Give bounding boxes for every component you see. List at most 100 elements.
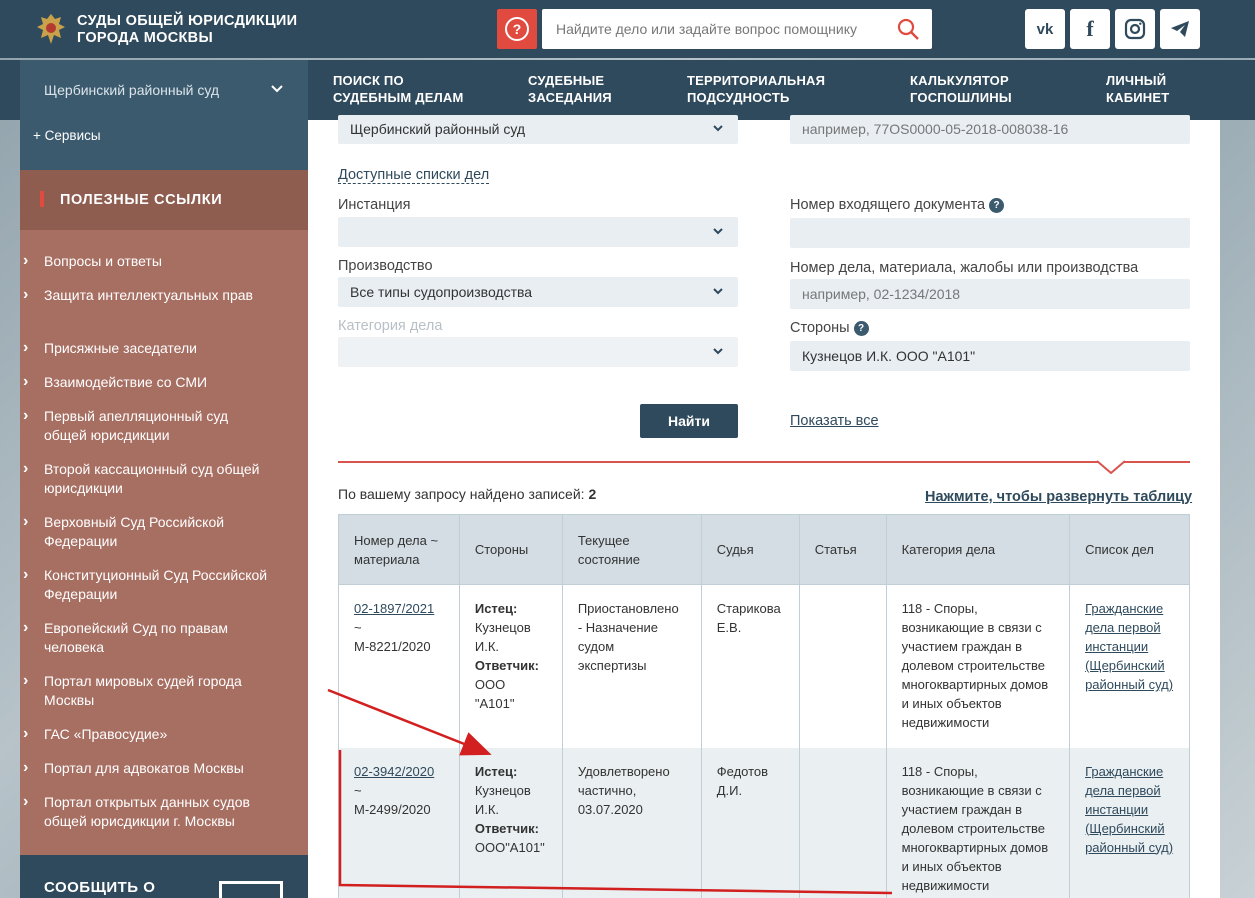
case-number-cell: 02-3942/2020 ~ М-2499/2020 — [338, 747, 460, 898]
parties-label-text: Стороны — [790, 320, 850, 336]
case-number-link[interactable]: 02-1897/2021 — [354, 601, 434, 616]
vk-icon: vk — [1036, 20, 1054, 38]
incoming-doc-input[interactable] — [790, 218, 1190, 248]
header-accent-bar — [40, 191, 44, 207]
category-label: Категория дела — [338, 318, 443, 334]
sidebar-services[interactable]: + Сервисы — [20, 120, 308, 170]
category-cell: 118 - Споры, возникающие в связи с участ… — [885, 747, 1071, 898]
court-field[interactable]: Щербинский районный суд — [338, 115, 738, 144]
expand-table-link[interactable]: Нажмите, чтобы развернуть таблицу — [925, 489, 1192, 505]
services-link[interactable]: + Сервисы — [33, 128, 101, 143]
nav-hearings[interactable]: СУДЕБНЫЕ ЗАСЕДАНИЯ — [528, 72, 612, 106]
nav-personal-account[interactable]: ЛИЧНЫЙ КАБИНЕТ — [1106, 72, 1169, 106]
coat-of-arms-icon[interactable] — [34, 11, 68, 47]
plaintiff-name: Кузнецов И.К. — [474, 782, 531, 817]
nav-line: ГОСПОШЛИНЫ — [910, 90, 1012, 105]
case-list-cell: Гражданские дела первой инстанции (Щерби… — [1069, 747, 1190, 898]
parties-value: Кузнецов И.К. ООО "А101" — [802, 348, 976, 364]
help-button[interactable]: ? — [497, 9, 537, 49]
sidebar-link[interactable]: Присяжные заседатели — [23, 338, 274, 358]
results-table: Номер дела ~ материала Стороны Текущее с… — [338, 514, 1190, 898]
article-cell — [798, 747, 887, 898]
sidebar-link[interactable]: Портал открытых данных судов общей юрисд… — [23, 792, 274, 831]
sidebar-link[interactable]: Защита интеллектуальных прав — [23, 285, 274, 305]
show-all-link[interactable]: Показать все — [790, 413, 879, 429]
case-tilde: ~ — [354, 782, 362, 798]
search-input[interactable] — [556, 9, 886, 49]
category-select[interactable] — [338, 337, 738, 367]
production-select[interactable]: Все типы судопроизводства — [338, 277, 738, 307]
logo-line-1: СУДЫ ОБЩЕЙ ЮРИСДИКЦИИ — [77, 13, 298, 29]
report-block[interactable]: СООБЩИТЬ О — [20, 855, 308, 898]
sidebar-link[interactable]: Взаимодействие со СМИ — [23, 372, 274, 392]
report-icon — [219, 881, 283, 898]
case-number-input[interactable]: например, 02-1234/2018 — [790, 279, 1190, 309]
nav-line: КАЛЬКУЛЯТОР — [910, 73, 1009, 88]
judge-cell: Федотов Д.И. — [700, 747, 800, 898]
sidebar-link[interactable]: ГАС «Правосудие» — [23, 724, 274, 744]
useful-links-title: ПОЛЕЗНЫЕ ССЫЛКИ — [60, 192, 223, 208]
col-category[interactable]: Категория дела — [885, 514, 1071, 585]
uid-field[interactable]: например, 77OS0000-05-2018-008038-16 — [790, 115, 1190, 144]
court-field-value: Щербинский районный суд — [350, 121, 526, 137]
parties-cell: Истец: Кузнецов И.К. Ответчик: ООО "А101" — [458, 584, 563, 748]
sidebar-link[interactable]: Вопросы и ответы — [23, 251, 274, 271]
sidebar-link[interactable]: Верховный Суд Российской Федерации — [23, 512, 274, 551]
facebook-button[interactable]: f — [1070, 9, 1110, 49]
report-title: СООБЩИТЬ О — [44, 879, 156, 896]
sidebar-link[interactable]: Портал мировых судей города Москвы — [23, 671, 274, 710]
results-count-number: 2 — [588, 486, 597, 502]
defendant-name: ООО "А101" — [474, 677, 515, 711]
case-list-link[interactable]: Гражданские дела первой инстанции (Щерби… — [1085, 601, 1173, 692]
nav-case-search[interactable]: ПОИСК ПО СУДЕБНЫМ ДЕЛАМ — [333, 72, 464, 106]
status-cell: Удовлетворено частично, 03.07.2020 — [561, 747, 702, 898]
case-number-cell: 02-1897/2021 ~ М-8221/2020 — [338, 584, 460, 748]
telegram-button[interactable] — [1160, 9, 1200, 49]
nav-jurisdiction[interactable]: ТЕРРИТОРИАЛЬНАЯ ПОДСУДНОСТЬ — [687, 72, 825, 106]
case-number-placeholder: например, 02-1234/2018 — [802, 286, 961, 302]
instagram-icon — [1124, 18, 1146, 40]
search-icon[interactable] — [896, 17, 920, 41]
nav-fee-calculator[interactable]: КАЛЬКУЛЯТОР ГОСПОШЛИНЫ — [910, 72, 1012, 106]
court-selector[interactable]: Щербинский районный суд — [20, 60, 308, 120]
col-judge[interactable]: Судья — [700, 514, 800, 585]
instance-label: Инстанция — [338, 197, 411, 213]
nav-line: ЗАСЕДАНИЯ — [528, 90, 612, 105]
logo-line-2: ГОРОДА МОСКВЫ — [77, 30, 213, 46]
col-article[interactable]: Статья — [798, 514, 887, 585]
incoming-doc-label: Номер входящего документа? — [790, 197, 1005, 213]
search-box — [542, 9, 932, 49]
site-logo-text[interactable]: СУДЫ ОБЩЕЙ ЮРИСДИКЦИИ ГОРОДА МОСКВЫ — [77, 13, 337, 47]
parties-input[interactable]: Кузнецов И.К. ООО "А101" — [790, 341, 1190, 371]
help-icon[interactable]: ? — [853, 321, 869, 336]
defendant-label: Ответчик: — [474, 820, 539, 836]
col-parties[interactable]: Стороны — [458, 514, 563, 585]
parties-label: Стороны? — [790, 320, 869, 336]
help-icon[interactable]: ? — [989, 198, 1005, 213]
nav-line: КАБИНЕТ — [1106, 90, 1170, 105]
sidebar-link[interactable]: Европейский Суд по правам человека — [23, 618, 274, 657]
facebook-icon: f — [1086, 16, 1094, 41]
nav-line: СУДЕБНЫМ ДЕЛАМ — [333, 90, 464, 105]
col-case-number[interactable]: Номер дела ~ материала — [338, 514, 460, 585]
available-lists-link[interactable]: Доступные списки дел — [338, 167, 490, 184]
nav-line: ЛИЧНЫЙ — [1106, 73, 1167, 88]
table-header-row: Номер дела ~ материала Стороны Текущее с… — [338, 514, 1190, 585]
instagram-button[interactable] — [1115, 9, 1155, 49]
case-number-link[interactable]: 02-3942/2020 — [354, 764, 434, 779]
vk-button[interactable]: vk — [1025, 9, 1065, 49]
sidebar-link[interactable]: Портал для адвокатов Москвы — [23, 758, 274, 778]
production-label: Производство — [338, 258, 433, 274]
sidebar-link[interactable]: Первый апелляционный суд общей юрисдикци… — [23, 406, 274, 445]
sidebar-link[interactable]: Конституционный Суд Российской Федерации — [23, 565, 274, 604]
case-list-link[interactable]: Гражданские дела первой инстанции (Щерби… — [1085, 764, 1173, 855]
instance-select[interactable] — [338, 217, 738, 247]
plaintiff-label: Истец: — [474, 601, 518, 616]
find-button[interactable]: Найти — [640, 404, 738, 438]
useful-links-header: ПОЛЕЗНЫЕ ССЫЛКИ — [20, 170, 308, 230]
col-status[interactable]: Текущее состояние — [561, 514, 702, 585]
sidebar-link[interactable]: Второй кассационный суд общей юрисдикции — [23, 459, 274, 498]
nav-line: ПОДСУДНОСТЬ — [687, 90, 790, 105]
nav-line: ТЕРРИТОРИАЛЬНАЯ — [687, 73, 826, 88]
col-case-list[interactable]: Список дел — [1069, 514, 1190, 585]
